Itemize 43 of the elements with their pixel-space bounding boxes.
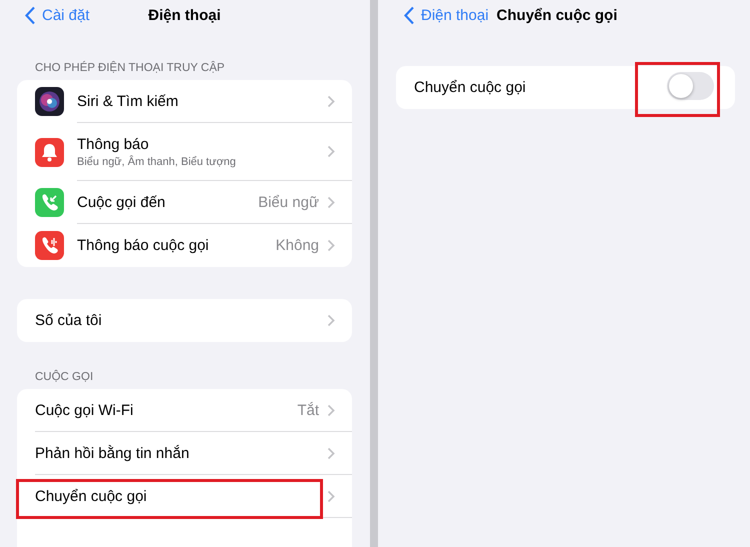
row-label: Chuyển cuộc gọi <box>414 79 527 96</box>
chevron-icon <box>327 404 335 416</box>
phone-icon <box>35 231 64 260</box>
chevron-icon <box>327 239 335 252</box>
row-value: Tắt <box>297 402 319 418</box>
row-label: Số của tôi <box>35 312 103 329</box>
settings-row[interactable]: Thông báo cuộc gọi Không <box>17 224 352 267</box>
settings-row[interactable]: Chuyển cuộc gọi <box>17 475 352 518</box>
back-chevron-icon <box>404 6 415 24</box>
section-header: CHO PHÉP ĐIỆN THOẠI TRUY CẬP <box>34 62 226 76</box>
chevron-icon <box>327 314 335 327</box>
back-button[interactable]: Điện thoại <box>396 6 489 24</box>
row-label: Thông báo cuộc gọi <box>77 237 210 254</box>
chevron-icon <box>327 94 335 108</box>
nav-title: Chuyển cuộc gọi <box>496 6 618 24</box>
back-chevron-icon <box>25 6 36 24</box>
back-button[interactable]: Cài đặt <box>17 6 148 24</box>
settings-row[interactable]: Thông báo Biểu ngữ, Âm thanh, Biểu tượng <box>17 123 352 181</box>
toggle-switch[interactable] <box>667 72 714 100</box>
row-label: Cuộc gọi Wi-Fi <box>35 402 134 418</box>
row-label: Phản hồi bằng tin nhắn <box>35 444 190 462</box>
row-label: Thông báo <box>77 136 150 152</box>
row-label: Cuộc gọi đến <box>77 194 166 210</box>
settings-row[interactable]: Cuộc gọi đến Biểu ngữ <box>17 181 352 224</box>
section-header: CUỘC GỌI <box>34 371 94 385</box>
bell-icon <box>35 138 64 166</box>
settings-row[interactable]: Siri & Tìm kiếm <box>17 80 352 123</box>
row-value: Không <box>276 237 319 254</box>
nav-title: Điện thoại <box>148 6 221 24</box>
row-label: Siri & Tìm kiếm <box>77 92 180 110</box>
row-value: Biểu ngữ <box>258 194 319 210</box>
row-label: Chuyển cuộc gọi <box>35 488 148 504</box>
settings-row[interactable]: Phản hồi bằng tin nhắn <box>17 432 352 475</box>
settings-row[interactable]: Cuộc gọi Wi-Fi Tắt <box>17 389 352 432</box>
chevron-icon <box>327 196 335 208</box>
siri-icon <box>35 87 64 116</box>
chevron-icon <box>327 490 335 502</box>
settings-row[interactable]: Số của tôi <box>17 299 352 342</box>
row-subtitle: Biểu ngữ, Âm thanh, Biểu tượng <box>77 156 237 168</box>
phone-icon <box>35 188 64 217</box>
chevron-icon <box>327 145 335 158</box>
chevron-icon <box>327 446 335 460</box>
settings-row[interactable]: Chuyển cuộc gọi <box>396 66 735 109</box>
